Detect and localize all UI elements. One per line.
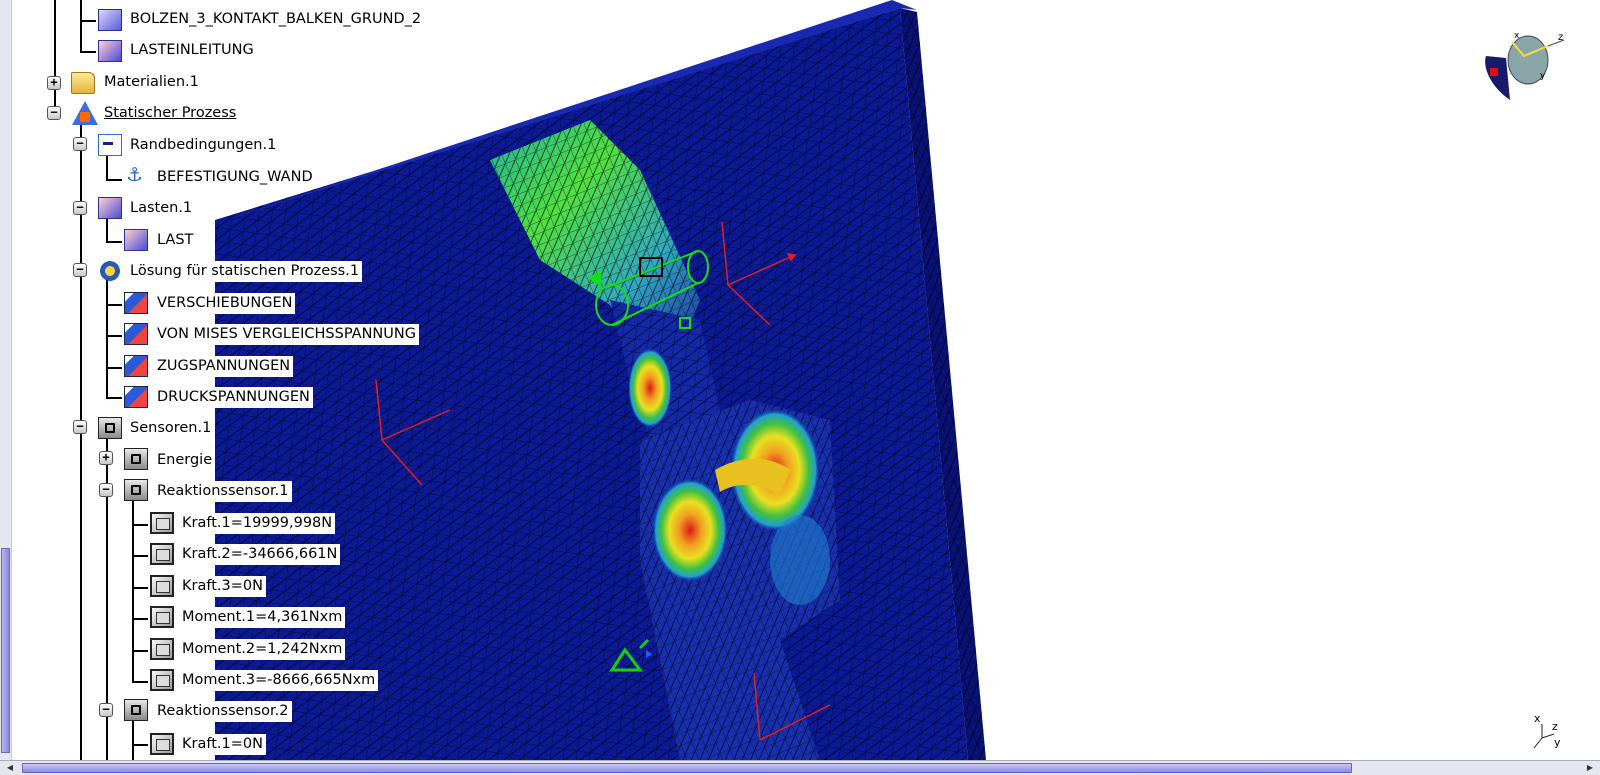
compass-axis-x: x	[1514, 31, 1520, 41]
tree-item-lasteinleitung[interactable]: LASTEINLEITUNG	[127, 40, 257, 61]
part-constraint-icon	[98, 9, 122, 31]
result-image-icon	[124, 355, 148, 377]
tree-item-reaktionssensor-2-kraft-1[interactable]: Kraft.1=0N	[179, 734, 266, 755]
tree-item-lasten[interactable]: Lasten.1	[127, 198, 196, 219]
tree-item-zugspannungen[interactable]: ZUGSPANNUNGEN	[154, 356, 294, 377]
tree-item-last[interactable]: LAST	[154, 230, 197, 251]
tree-item-statischer-prozess[interactable]: Statischer Prozess	[101, 103, 240, 124]
tree-item-bolzen-kontakt[interactable]: BOLZEN_3_KONTAKT_BALKEN_GRUND_2	[127, 9, 425, 30]
result-image-icon	[124, 386, 148, 408]
tree-item-moment-1[interactable]: Moment.1=4,361Nxm	[179, 607, 346, 628]
force-value-icon	[150, 575, 174, 597]
mini-axis-z: z	[1552, 720, 1558, 733]
solution-gear-icon	[98, 260, 122, 282]
mini-axis-indicator: x z y	[1528, 712, 1564, 752]
tree-item-sensoren[interactable]: Sensoren.1	[127, 418, 215, 439]
moment-value-icon	[150, 638, 174, 660]
expand-toggle-materialien[interactable]: +	[47, 76, 61, 90]
horizontal-scrollbar[interactable]: ◀ ▶	[0, 760, 1600, 775]
tree-item-von-mises[interactable]: VON MISES VERGLEICHSSPANNUNG	[154, 324, 419, 345]
tree-item-loesung[interactable]: Lösung für statischen Prozess.1	[127, 261, 363, 282]
force-value-icon	[150, 733, 174, 755]
mini-axis-x: x	[1534, 712, 1541, 725]
compass-widget[interactable]: z x y	[1478, 28, 1570, 106]
tree-item-energie[interactable]: Energie	[154, 450, 216, 471]
tree-item-moment-3[interactable]: Moment.3=-8666,665Nxm	[179, 670, 379, 691]
expand-toggle-energie[interactable]: +	[99, 451, 113, 465]
tree-item-reaktionssensor-1[interactable]: Reaktionssensor.1	[154, 481, 292, 502]
reaction-sensor-icon	[124, 699, 148, 721]
result-image-icon	[124, 292, 148, 314]
scroll-left-arrow-icon[interactable]: ◀	[3, 763, 17, 773]
mini-axis-y: y	[1554, 736, 1561, 749]
specification-tree: BOLZEN_3_KONTAKT_BALKEN_GRUND_2 LASTEINL…	[0, 0, 560, 760]
load-introduction-icon	[98, 40, 122, 62]
scroll-right-arrow-icon[interactable]: ▶	[1583, 763, 1597, 773]
boundary-conditions-icon	[98, 134, 122, 156]
collapse-toggle-statischer-prozess[interactable]: −	[47, 106, 61, 120]
tree-item-kraft-3[interactable]: Kraft.3=0N	[179, 576, 266, 597]
compass-axis-y: y	[1540, 71, 1546, 81]
collapse-toggle-sensoren[interactable]: −	[73, 420, 87, 434]
collapse-toggle-randbedingungen[interactable]: −	[73, 137, 87, 151]
moment-value-icon	[150, 606, 174, 628]
static-process-icon	[72, 101, 98, 125]
collapse-toggle-loesung[interactable]: −	[73, 263, 87, 277]
tree-item-moment-2[interactable]: Moment.2=1,242Nxm	[179, 639, 346, 660]
horizontal-scrollbar-thumb[interactable]	[22, 763, 1352, 773]
tree-item-randbedingungen[interactable]: Randbedingungen.1	[127, 135, 280, 156]
tree-item-materialien[interactable]: Materialien.1	[101, 72, 202, 93]
loads-icon	[98, 197, 122, 219]
collapse-toggle-reaktionssensor-2[interactable]: −	[99, 703, 113, 717]
folder-icon	[71, 72, 95, 94]
result-image-icon	[124, 323, 148, 345]
tree-item-druckspannungen[interactable]: DRUCKSPANNUNGEN	[154, 387, 313, 408]
reaction-sensor-icon	[124, 479, 148, 501]
tree-item-kraft-1[interactable]: Kraft.1=19999,998N	[179, 513, 336, 534]
sensor-icon	[124, 448, 148, 470]
tree-item-verschiebungen[interactable]: VERSCHIEBUNGEN	[154, 293, 296, 314]
tree-item-kraft-2[interactable]: Kraft.2=-34666,661N	[179, 544, 341, 565]
moment-value-icon	[150, 669, 174, 691]
collapse-toggle-reaktionssensor-1[interactable]: −	[99, 483, 113, 497]
compass-axis-z: z	[1558, 32, 1563, 43]
load-icon	[124, 229, 148, 251]
sensors-icon	[98, 417, 122, 439]
tree-item-befestigung-wand[interactable]: BEFESTIGUNG_WAND	[154, 167, 316, 188]
force-value-icon	[150, 512, 174, 534]
force-value-icon	[150, 543, 174, 565]
collapse-toggle-lasten[interactable]: −	[73, 201, 87, 215]
tree-item-reaktionssensor-2[interactable]: Reaktionssensor.2	[154, 701, 292, 722]
clamp-fixation-icon	[124, 164, 148, 188]
